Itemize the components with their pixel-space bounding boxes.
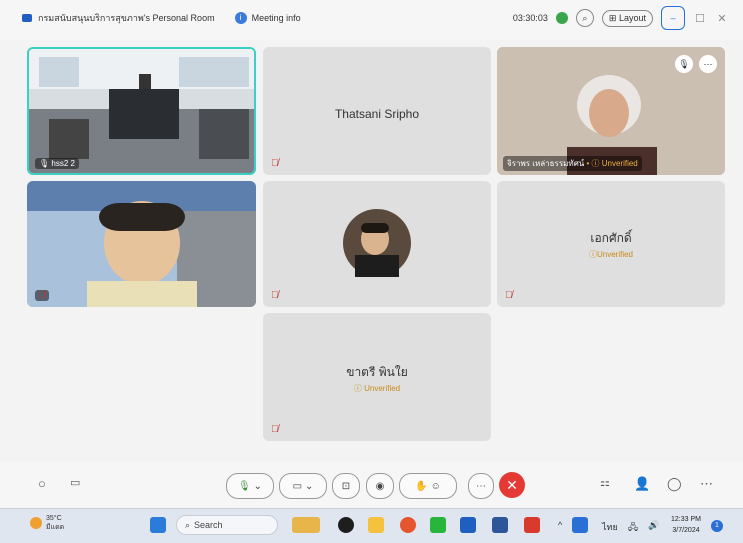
clock[interactable]: 12:33 PM 3/7/2024	[671, 514, 701, 536]
security-shield-icon[interactable]	[555, 12, 568, 24]
room-name: กรมสนับสนุนบริการสุขภาพ's Personal Room	[38, 13, 215, 23]
search-placeholder: Search	[194, 520, 223, 530]
chevron-down-icon: ⌄	[305, 480, 314, 492]
avatar	[343, 209, 411, 277]
clock-date: 3/7/2024	[672, 527, 700, 534]
meeting-info-label: Meeting info	[251, 13, 301, 23]
search-icon[interactable]: ⌕	[575, 9, 594, 27]
share-icon: ⊡	[341, 480, 351, 492]
tray-app-icon[interactable]	[572, 517, 588, 533]
participant-tile-avatar[interactable]: 🎙̸	[263, 181, 491, 307]
webex-taskbar-icon[interactable]	[460, 517, 476, 533]
notification-badge[interactable]: 1	[711, 520, 723, 532]
mic-muted-icon: 🎙̸	[35, 290, 49, 301]
unverified-label: Unverified	[601, 159, 638, 168]
emoji-icon: ☺	[430, 480, 441, 492]
reactions-icon[interactable]: ○	[38, 476, 46, 491]
weather-condition: มีแดด	[46, 524, 65, 531]
hand-icon: ✋	[415, 480, 428, 492]
record-button[interactable]: ◉	[366, 473, 394, 499]
participant-name: Thatsani Sripho	[334, 107, 420, 121]
unverified-label: Unverified	[364, 384, 401, 393]
meeting-toolbar: ○ ▭ 🎙 ⌄ ▭ ⌄ ⊡ ◉ ✋ ☺ ⋯ ✕ ⚏ 👤 ◯ ⋯	[0, 462, 743, 508]
chevron-up-icon[interactable]: ^	[558, 520, 562, 530]
share-button[interactable]: ⊡	[332, 473, 360, 499]
weather-widget[interactable]: 35°C มีแดด	[30, 514, 64, 532]
captions-icon[interactable]: ▭	[70, 476, 80, 489]
more-icon: ⋯	[476, 480, 486, 492]
close-button[interactable]: ✕	[715, 12, 729, 25]
sun-icon	[30, 517, 42, 529]
unverified-badge: ⓘUnverified	[588, 250, 633, 259]
unverified-badge: ⓘ Unverified	[353, 384, 401, 393]
meeting-info-button[interactable]: i Meeting info	[234, 12, 301, 24]
network-icon[interactable]: 🖧	[628, 520, 638, 536]
participant-name: ขาตรี พินใย	[346, 365, 408, 379]
participant-name-label: 🎙 hss2 2	[35, 158, 79, 169]
room-header: กรมสนับสนุนบริการสุขภาพ's Personal Room …	[22, 11, 301, 25]
search-box[interactable]: ⌕ Search	[176, 515, 278, 535]
clock-time: 12:33 PM	[671, 516, 701, 523]
info-icon: i	[234, 12, 247, 24]
search-icon: ⌕	[185, 519, 191, 530]
pdf-icon[interactable]	[524, 517, 540, 533]
mic-icon: 🎙	[237, 480, 251, 492]
line-icon[interactable]	[430, 517, 446, 533]
title-bar: กรมสนับสนุนบริการสุขภาพ's Personal Room …	[0, 0, 743, 40]
participant-tile-jiraporn[interactable]: 🎙 ⋯ จิราพร เหล่าธรรมทัศน์ • ⓘ Unverified	[497, 47, 725, 175]
more-options-icon[interactable]: ⋯	[699, 55, 717, 73]
weather-temp: 35°C	[46, 515, 62, 522]
word-icon[interactable]	[492, 517, 508, 533]
volume-icon[interactable]: 🔊	[648, 520, 659, 531]
mute-button[interactable]: 🎙 ⌄	[226, 473, 274, 499]
copilot-icon[interactable]	[338, 517, 354, 533]
participant-video	[27, 181, 256, 307]
start-icon[interactable]	[150, 517, 166, 533]
windows-taskbar: 35°C มีแดด ⌕ Search ^ ไทย 🖧 🔊 12:33 PM 3…	[0, 508, 743, 543]
participant-tile-ekasak[interactable]: เอกศักดิ์ ⓘUnverified 🎙̸	[497, 181, 725, 307]
mic-muted-icon: 🎙̸	[271, 158, 279, 169]
chevron-down-icon: ⌄	[253, 480, 263, 492]
participant-tile-young-man[interactable]: 🎙̸	[27, 181, 256, 307]
participant-tile-thatsani[interactable]: Thatsani Sripho 🎙̸	[263, 47, 491, 175]
camera-icon: ▭	[292, 480, 303, 492]
video-button[interactable]: ▭ ⌄	[279, 473, 327, 499]
participants-icon[interactable]: 👤	[634, 476, 650, 492]
layout-button[interactable]: ⊞ Layout	[601, 9, 653, 27]
more-options-button[interactable]: ⋯	[468, 473, 494, 499]
reactions-button[interactable]: ✋ ☺	[399, 473, 457, 499]
chrome-icon[interactable]	[400, 517, 416, 533]
layout-label: Layout	[618, 12, 646, 23]
restore-button[interactable]: ☐	[693, 12, 707, 25]
mic-muted-icon: 🎙̸	[271, 290, 279, 301]
mic-muted-icon: 🎙̸	[271, 424, 279, 435]
language-indicator[interactable]: ไทย	[602, 520, 618, 534]
meeting-timer: 03:30:03	[512, 13, 548, 23]
minimize-button[interactable]: –	[661, 6, 685, 30]
participant-name: hss2 2	[51, 159, 75, 168]
conference-room-video	[29, 49, 254, 173]
participant-name: จิราพร เหล่าธรรมทัศน์	[507, 159, 585, 168]
mic-icon[interactable]: 🎙	[675, 55, 693, 73]
participant-name-label: จิราพร เหล่าธรรมทัศน์ • ⓘ Unverified	[503, 156, 642, 171]
unverified-label: Unverified	[596, 250, 633, 259]
file-explorer-icon[interactable]	[368, 517, 384, 533]
window-controls: 03:30:03 ⌕ ⊞ Layout – ☐ ✕	[513, 6, 729, 30]
widgets-icon[interactable]	[292, 517, 320, 533]
webex-logo-icon	[22, 14, 32, 22]
apps-icon[interactable]: ⚏	[600, 476, 610, 489]
participant-tile-khatri[interactable]: ขาตรี พินใย ⓘ Unverified 🎙̸	[263, 313, 491, 441]
chat-icon[interactable]: ◯	[667, 476, 682, 492]
participant-name: เอกศักดิ์	[590, 231, 632, 245]
end-call-button[interactable]: ✕	[499, 472, 525, 498]
participant-tile-hss2[interactable]: 🎙 hss2 2	[27, 47, 256, 175]
record-icon: ◉	[375, 480, 385, 492]
unverified-badge: • ⓘ Unverified	[586, 159, 638, 168]
mic-muted-icon: 🎙̸	[505, 290, 513, 301]
more-panels-icon[interactable]: ⋯	[700, 476, 713, 492]
